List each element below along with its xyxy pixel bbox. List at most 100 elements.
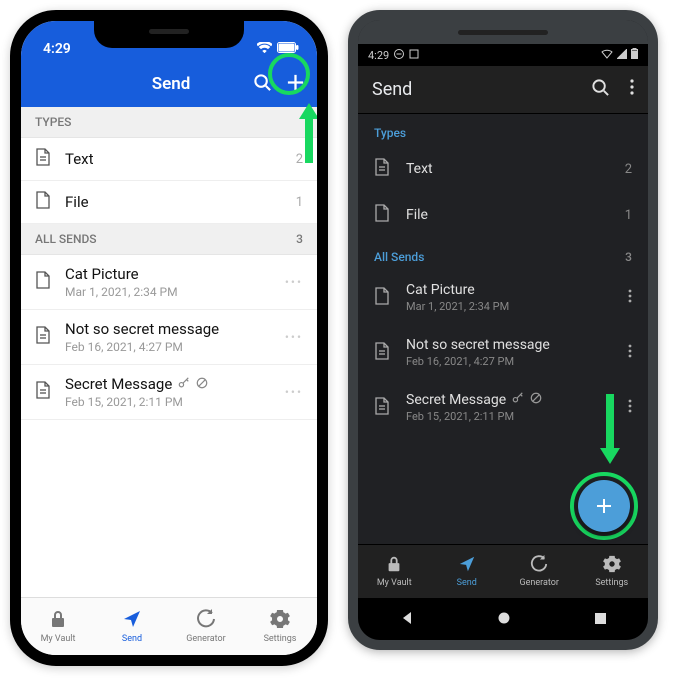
more-icon[interactable]: ••• [285, 330, 303, 344]
type-row-text[interactable]: Text 2 [21, 138, 317, 181]
all-sends-section-header: All Sends 3 [358, 238, 648, 270]
type-label: File [406, 207, 611, 223]
file-icon [35, 271, 53, 293]
text-file-icon [35, 326, 53, 348]
types-section-header: Types [358, 114, 648, 146]
page-title: Send [372, 79, 412, 100]
key-icon [512, 392, 524, 408]
ios-device-frame: 4:29 Send TYPES Text 2 File 1 [10, 10, 328, 666]
text-file-icon [35, 148, 53, 170]
tab-label: Settings [264, 634, 297, 644]
ios-content: TYPES Text 2 File 1 ALL SENDS 3 Cat Pict… [21, 107, 317, 597]
type-count: 1 [296, 195, 303, 210]
add-button[interactable] [286, 77, 305, 96]
tab-label: Send [122, 634, 142, 644]
type-label: File [65, 193, 284, 211]
type-count: 2 [625, 162, 632, 177]
send-title: Not so secret message [406, 337, 550, 353]
disabled-icon [530, 392, 542, 408]
disabled-icon [196, 375, 208, 393]
tab-settings[interactable]: Settings [243, 598, 317, 655]
send-row[interactable]: Not so secret message Feb 16, 2021, 4:27… [358, 325, 648, 380]
type-row-text[interactable]: Text 2 [358, 146, 648, 192]
more-icon[interactable] [628, 398, 632, 417]
android-app-header: Send [358, 66, 648, 114]
text-file-icon [35, 381, 53, 403]
types-section-label: TYPES [35, 115, 71, 129]
send-row[interactable]: Secret Message Feb 15, 2021, 2:11 PM [358, 380, 648, 435]
all-sends-label: ALL SENDS [35, 232, 97, 246]
lock-icon [48, 609, 68, 632]
more-icon[interactable]: ••• [285, 275, 303, 289]
file-icon [35, 191, 53, 213]
overflow-menu-icon[interactable] [630, 79, 634, 100]
tab-label: My Vault [377, 578, 412, 588]
send-title: Cat Picture [65, 265, 139, 283]
search-icon[interactable] [591, 78, 610, 102]
file-icon [374, 287, 392, 309]
send-row[interactable]: Not so secret message Feb 16, 2021, 4:27… [21, 310, 317, 365]
refresh-icon [196, 609, 216, 632]
send-row[interactable]: Secret Message Feb 15, 2021, 2:11 PM ••• [21, 365, 317, 420]
tab-label: My Vault [41, 634, 76, 644]
android-status-bar: 4:29 [358, 44, 648, 66]
send-date: Mar 1, 2021, 2:34 PM [406, 300, 614, 313]
wifi-icon [257, 41, 272, 57]
wifi-icon [601, 49, 613, 62]
send-row[interactable]: Cat Picture Mar 1, 2021, 2:34 PM [358, 270, 648, 325]
add-fab-button[interactable] [578, 480, 630, 532]
ios-status-time: 4:29 [43, 41, 71, 57]
tab-label: Generator [520, 578, 559, 588]
send-icon [122, 609, 142, 632]
tab-send[interactable]: Send [431, 545, 504, 598]
ios-tab-bar: My Vault Send Generator Settings [21, 597, 317, 655]
gear-icon [603, 555, 621, 576]
text-file-icon [374, 397, 392, 419]
types-section-header: TYPES [21, 107, 317, 138]
send-title: Not so secret message [65, 320, 219, 338]
page-title: Send [89, 74, 253, 94]
send-title: Cat Picture [406, 282, 475, 298]
battery-icon [631, 48, 638, 62]
ios-notch [94, 20, 244, 48]
signal-icon [617, 49, 627, 62]
more-icon[interactable] [628, 343, 632, 362]
recents-button[interactable] [594, 610, 607, 629]
send-title: Secret Message [65, 375, 172, 393]
all-sends-count: 3 [296, 232, 303, 246]
home-button[interactable] [497, 610, 511, 629]
text-file-icon [374, 342, 392, 364]
type-label: Text [406, 161, 611, 177]
type-row-file[interactable]: File 1 [21, 181, 317, 224]
back-button[interactable] [400, 610, 414, 629]
android-device-frame: 4:29 Send Types Text 2 File 1 [348, 10, 658, 650]
type-label: Text [65, 150, 284, 168]
refresh-icon [530, 555, 548, 576]
search-icon[interactable] [253, 73, 272, 96]
tab-send[interactable]: Send [95, 598, 169, 655]
all-sends-label: All Sends [374, 250, 424, 264]
dnd-icon [394, 49, 404, 62]
type-count: 2 [296, 152, 303, 167]
gear-icon [270, 609, 290, 632]
tab-generator[interactable]: Generator [169, 598, 243, 655]
send-row[interactable]: Cat Picture Mar 1, 2021, 2:34 PM ••• [21, 255, 317, 310]
send-date: Feb 15, 2021, 2:11 PM [65, 395, 273, 409]
types-section-label: Types [374, 126, 406, 140]
send-date: Feb 16, 2021, 4:27 PM [65, 340, 273, 354]
tab-settings[interactable]: Settings [576, 545, 649, 598]
screenshot-icon [409, 49, 419, 62]
send-date: Feb 16, 2021, 4:27 PM [406, 355, 614, 368]
tab-my-vault[interactable]: My Vault [358, 545, 431, 598]
tab-my-vault[interactable]: My Vault [21, 598, 95, 655]
android-tab-bar: My Vault Send Generator Settings [358, 544, 648, 598]
send-title: Secret Message [406, 392, 506, 408]
key-icon [178, 375, 190, 393]
tab-label: Send [457, 578, 477, 588]
more-icon[interactable]: ••• [285, 385, 303, 399]
more-icon[interactable] [628, 288, 632, 307]
text-file-icon [374, 158, 392, 180]
all-sends-section-header: ALL SENDS 3 [21, 224, 317, 255]
tab-generator[interactable]: Generator [503, 545, 576, 598]
type-row-file[interactable]: File 1 [358, 192, 648, 238]
